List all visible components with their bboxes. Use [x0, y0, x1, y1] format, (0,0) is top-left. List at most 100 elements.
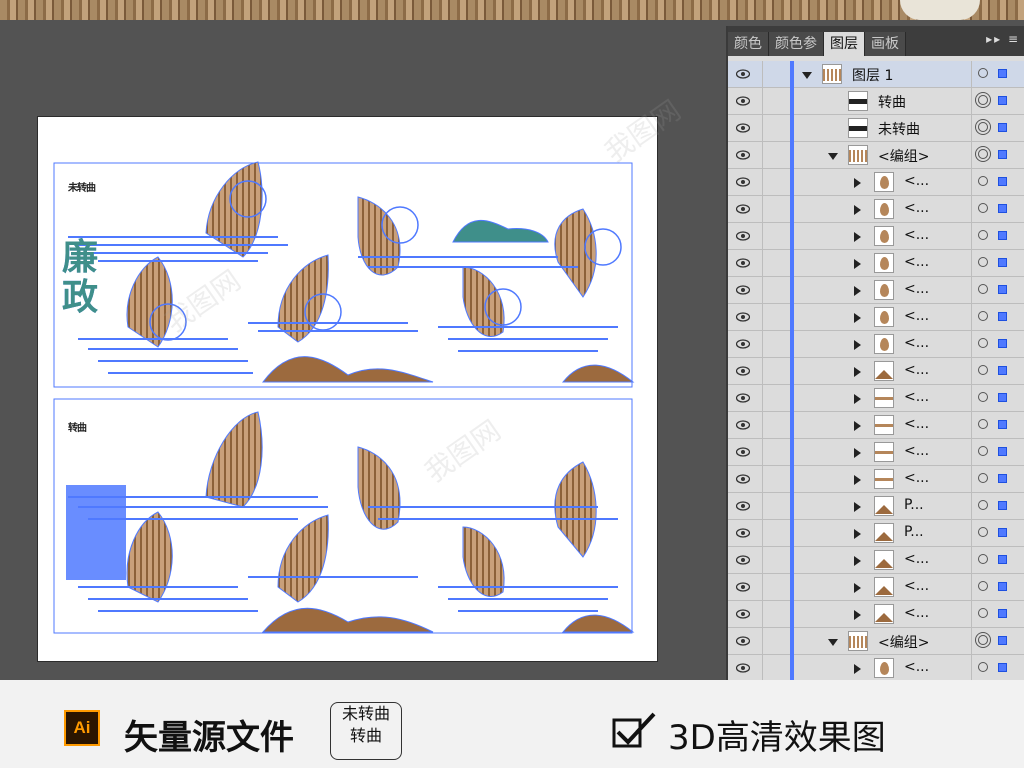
layer-name[interactable]: <... — [904, 416, 929, 432]
layer-row[interactable]: <... — [728, 574, 1024, 601]
target-icon[interactable] — [978, 230, 988, 240]
layer-row[interactable]: <... — [728, 304, 1024, 331]
eye-icon[interactable] — [736, 284, 750, 296]
layer-name[interactable]: <... — [904, 308, 929, 324]
expand-triangle-icon[interactable] — [854, 394, 861, 404]
tab-artboards[interactable]: 画板 — [865, 32, 906, 56]
eye-icon[interactable] — [736, 149, 750, 161]
target-icon[interactable] — [978, 149, 988, 159]
selection-indicator[interactable] — [998, 69, 1007, 78]
expand-triangle-icon[interactable] — [854, 502, 861, 512]
selection-indicator[interactable] — [998, 177, 1007, 186]
eye-icon[interactable] — [736, 608, 750, 620]
lock-column[interactable] — [762, 493, 763, 520]
expand-triangle-icon[interactable] — [854, 286, 861, 296]
layer-name[interactable]: <... — [904, 470, 929, 486]
selection-indicator[interactable] — [998, 582, 1007, 591]
selection-indicator[interactable] — [998, 528, 1007, 537]
eye-icon[interactable] — [736, 68, 750, 80]
artboard[interactable]: 未转曲 转曲 廉政 — [37, 116, 658, 662]
layer-name[interactable]: <... — [904, 443, 929, 459]
layer-name[interactable]: <... — [904, 578, 929, 594]
selection-indicator[interactable] — [998, 474, 1007, 483]
selection-indicator[interactable] — [998, 123, 1007, 132]
lock-column[interactable] — [762, 115, 763, 142]
lock-column[interactable] — [762, 466, 763, 493]
eye-icon[interactable] — [736, 581, 750, 593]
layer-name[interactable]: <编组> — [878, 632, 929, 652]
eye-icon[interactable] — [736, 527, 750, 539]
layer-name[interactable]: <... — [904, 335, 929, 351]
target-icon[interactable] — [978, 257, 988, 267]
layer-row[interactable]: <... — [728, 385, 1024, 412]
eye-icon[interactable] — [736, 635, 750, 647]
collapse-triangle-icon[interactable] — [802, 72, 812, 79]
expand-triangle-icon[interactable] — [854, 475, 861, 485]
selection-indicator[interactable] — [998, 420, 1007, 429]
expand-triangle-icon[interactable] — [854, 178, 861, 188]
layer-row[interactable]: 未转曲 — [728, 115, 1024, 142]
lock-column[interactable] — [762, 358, 763, 385]
lock-column[interactable] — [762, 628, 763, 655]
tab-color[interactable]: 颜色 — [728, 32, 769, 56]
layer-row[interactable]: <... — [728, 169, 1024, 196]
target-icon[interactable] — [978, 608, 988, 618]
expand-triangle-icon[interactable] — [854, 664, 861, 674]
layers-panel[interactable]: 颜色 颜色参 图层 画板 ▸▸ ≡ 图层 1 转曲 未转曲 <编组> <... <... <… — [726, 26, 1024, 682]
lock-column[interactable] — [762, 169, 763, 196]
lock-column[interactable] — [762, 277, 763, 304]
selection-indicator[interactable] — [998, 231, 1007, 240]
selection-indicator[interactable] — [998, 366, 1007, 375]
layer-name[interactable]: <... — [904, 200, 929, 216]
expand-triangle-icon[interactable] — [854, 421, 861, 431]
target-icon[interactable] — [978, 203, 988, 213]
target-icon[interactable] — [978, 95, 988, 105]
eye-icon[interactable] — [736, 365, 750, 377]
layer-name[interactable]: 转曲 — [878, 92, 906, 112]
layer-name[interactable]: <... — [904, 173, 929, 189]
eye-icon[interactable] — [736, 95, 750, 107]
expand-triangle-icon[interactable] — [854, 556, 861, 566]
expand-triangle-icon[interactable] — [854, 448, 861, 458]
lock-column[interactable] — [762, 385, 763, 412]
target-icon[interactable] — [978, 365, 988, 375]
expand-triangle-icon[interactable] — [854, 232, 861, 242]
expand-triangle-icon[interactable] — [854, 313, 861, 323]
selection-indicator[interactable] — [998, 150, 1007, 159]
layer-row[interactable]: 图层 1 — [728, 61, 1024, 88]
target-icon[interactable] — [978, 581, 988, 591]
expand-triangle-icon[interactable] — [854, 340, 861, 350]
layer-row[interactable]: <编组> — [728, 142, 1024, 169]
layer-row[interactable]: <... — [728, 223, 1024, 250]
selection-indicator[interactable] — [998, 393, 1007, 402]
selection-indicator[interactable] — [998, 636, 1007, 645]
target-icon[interactable] — [978, 527, 988, 537]
layer-name[interactable]: <... — [904, 551, 929, 567]
expand-triangle-icon[interactable] — [854, 205, 861, 215]
layer-row[interactable]: <... — [728, 331, 1024, 358]
lock-column[interactable] — [762, 223, 763, 250]
target-icon[interactable] — [978, 392, 988, 402]
layer-name[interactable]: 未转曲 — [878, 119, 920, 139]
target-icon[interactable] — [978, 554, 988, 564]
eye-icon[interactable] — [736, 122, 750, 134]
target-icon[interactable] — [978, 446, 988, 456]
unoutlined-artwork[interactable] — [53, 161, 635, 388]
layer-name[interactable]: <编组> — [878, 146, 929, 166]
eye-icon[interactable] — [736, 257, 750, 269]
lock-column[interactable] — [762, 61, 763, 88]
selection-indicator[interactable] — [998, 339, 1007, 348]
layer-row[interactable]: <... — [728, 196, 1024, 223]
target-icon[interactable] — [978, 68, 988, 78]
eye-icon[interactable] — [736, 230, 750, 242]
lock-column[interactable] — [762, 547, 763, 574]
layer-row[interactable]: 转曲 — [728, 88, 1024, 115]
outlined-artwork[interactable] — [53, 398, 635, 634]
target-icon[interactable] — [978, 635, 988, 645]
selection-indicator[interactable] — [998, 312, 1007, 321]
eye-icon[interactable] — [736, 554, 750, 566]
layer-row[interactable]: <... — [728, 412, 1024, 439]
eye-icon[interactable] — [736, 311, 750, 323]
layer-name[interactable]: <... — [904, 389, 929, 405]
eye-icon[interactable] — [736, 392, 750, 404]
